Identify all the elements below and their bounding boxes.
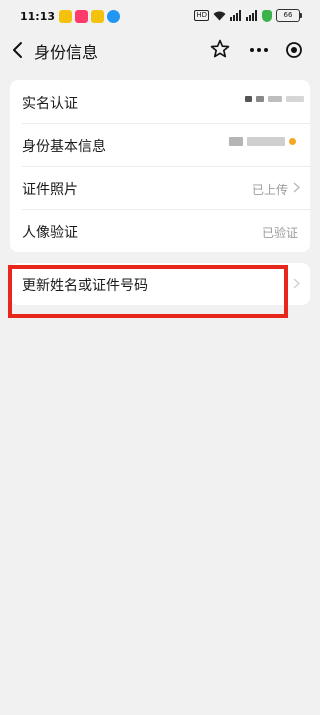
row-label: 人像验证 bbox=[22, 225, 78, 241]
masked-value bbox=[245, 96, 304, 102]
row-label: 身份基本信息 bbox=[22, 139, 106, 155]
status-time: 11:13 bbox=[20, 10, 56, 23]
close-mini-program-button[interactable] bbox=[278, 37, 310, 63]
target-circle-icon bbox=[286, 42, 302, 58]
favorite-star-icon[interactable] bbox=[209, 38, 231, 60]
masked-value bbox=[229, 137, 296, 146]
row-label: 实名认证 bbox=[22, 96, 78, 112]
wifi-icon bbox=[213, 11, 226, 20]
identity-info-card: 实名认证 身份基本信息 证件照片 已上传 人像验证 已验证 bbox=[10, 80, 310, 252]
row-label: 证件照片 bbox=[22, 182, 78, 198]
signal-icon bbox=[230, 10, 241, 21]
chevron-right-icon bbox=[293, 182, 300, 193]
status-app-icons bbox=[59, 10, 120, 23]
hd-icon: HD bbox=[194, 10, 209, 21]
app-notification-icon bbox=[91, 10, 104, 23]
signal-icon bbox=[246, 10, 257, 21]
more-options-button[interactable] bbox=[240, 37, 278, 63]
list-item-face-verify[interactable]: 人像验证 已验证 bbox=[10, 209, 310, 252]
security-shield-icon bbox=[262, 9, 272, 22]
page-title: 身份信息 bbox=[34, 43, 99, 62]
list-item-id-photo[interactable]: 证件照片 已上传 bbox=[10, 166, 310, 209]
more-dot-icon bbox=[264, 48, 268, 52]
app-notification-icon bbox=[59, 10, 72, 23]
list-item-basic-info[interactable]: 身份基本信息 bbox=[10, 123, 310, 166]
update-name-or-id-button[interactable]: 更新姓名或证件号码 bbox=[10, 263, 310, 305]
status-dot-icon bbox=[289, 138, 296, 145]
status-bar: 11:13 HD 66 bbox=[0, 0, 320, 36]
navigation-bar: 身份信息 bbox=[0, 36, 320, 64]
app-notification-icon bbox=[75, 10, 88, 23]
more-dot-icon bbox=[257, 48, 261, 52]
battery-icon: 66 bbox=[276, 9, 302, 22]
row-value: 已验证 bbox=[261, 226, 298, 240]
more-dot-icon bbox=[250, 48, 254, 52]
mini-program-capsule bbox=[240, 37, 310, 63]
app-notification-icon bbox=[107, 10, 120, 23]
status-indicators: HD 66 bbox=[194, 9, 302, 22]
chevron-right-icon bbox=[293, 278, 300, 289]
row-value: 已上传 bbox=[251, 183, 288, 197]
back-arrow-icon[interactable] bbox=[8, 38, 30, 62]
list-item-real-name-auth[interactable]: 实名认证 bbox=[10, 80, 310, 123]
update-label: 更新姓名或证件号码 bbox=[22, 278, 148, 294]
